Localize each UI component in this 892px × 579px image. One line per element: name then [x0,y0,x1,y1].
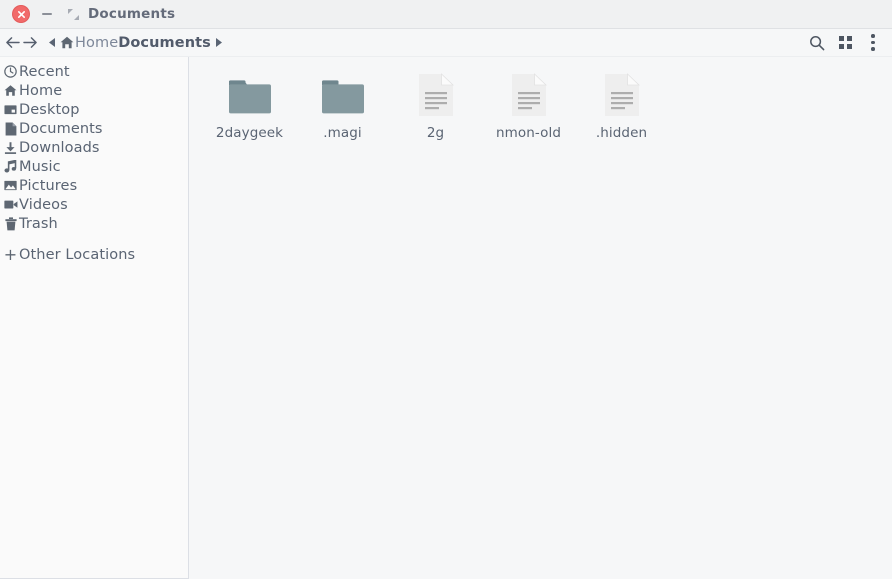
menu-button[interactable] [864,33,882,53]
toolbar: Home Documents [0,29,892,57]
breadcrumb-home[interactable]: Home [75,35,118,51]
back-arrow-icon [6,37,20,48]
sidebar-item-label: Pictures [19,177,78,194]
home-icon [3,83,18,98]
folder-icon [226,67,274,117]
file-manager-window: Documents Home Documents Recent Home Des… [0,0,892,579]
file-label: .magi [323,125,362,141]
close-button[interactable] [8,3,34,25]
sidebar-item-home[interactable]: Home [0,81,188,100]
file-label: nmon-old [495,125,562,141]
sidebar-item-label: Other Locations [19,246,136,263]
file-label: .hidden [595,125,648,141]
plus-icon: + [3,244,18,264]
sidebar-item-label: Recent [19,63,70,80]
restore-icon [67,8,79,20]
sidebar-item-documents[interactable]: Documents [0,119,188,138]
window-title: Documents [88,6,176,22]
file-item[interactable]: .magi [296,63,389,141]
sidebar-item-other-locations[interactable]: + Other Locations [0,245,188,264]
sidebar-item-label: Videos [19,196,68,213]
sidebar-item-label: Desktop [19,101,80,118]
breadcrumb-current[interactable]: Documents [118,35,211,51]
minimize-icon [42,13,52,15]
document-icon [3,121,18,136]
document-icon [412,67,460,117]
sidebar-item-music[interactable]: Music [0,157,188,176]
sidebar-item-label: Trash [19,215,58,232]
breadcrumb: Home Documents [45,35,226,51]
desktop-icon [3,102,18,117]
home-icon [60,36,74,49]
file-grid-area[interactable]: 2daygeek .magi 2g nmon-old .hidden [189,57,892,579]
search-button[interactable] [808,33,826,53]
view-options-button[interactable] [836,33,854,53]
breadcrumb-prev-icon[interactable] [45,38,60,47]
file-grid: 2daygeek .magi 2g nmon-old .hidden [203,63,892,141]
trash-icon [3,216,18,231]
video-camera-icon [3,197,18,212]
navigation-buttons [4,33,39,53]
toolbar-actions [808,33,884,53]
sidebar-item-videos[interactable]: Videos [0,195,188,214]
folder-icon [319,67,367,117]
clock-icon [3,64,18,79]
sidebar-item-label: Home [19,82,63,99]
search-icon [810,35,825,50]
document-icon [598,67,646,117]
sidebar-item-label: Music [19,158,61,175]
file-item[interactable]: 2g [389,63,482,141]
minimize-button[interactable] [34,3,60,25]
document-icon [505,67,553,117]
sidebar-item-downloads[interactable]: Downloads [0,138,188,157]
music-note-icon [3,159,18,174]
sidebar-item-trash[interactable]: Trash [0,214,188,233]
file-label: 2daygeek [215,125,284,141]
download-icon [3,140,18,155]
sidebar: Recent Home Desktop Documents Downloads … [0,57,189,579]
overflow-menu-icon [871,34,875,51]
sidebar-item-label: Documents [19,120,103,137]
breadcrumb-next-icon[interactable] [211,38,226,47]
sidebar-divider-space [0,233,188,245]
sidebar-item-desktop[interactable]: Desktop [0,100,188,119]
back-button[interactable] [4,33,21,53]
file-item[interactable]: .hidden [575,63,668,141]
forward-button[interactable] [22,33,39,53]
forward-arrow-icon [23,37,37,48]
window-body: Recent Home Desktop Documents Downloads … [0,57,892,579]
sidebar-item-pictures[interactable]: Pictures [0,176,188,195]
grid-view-icon [838,36,852,49]
sidebar-item-recent[interactable]: Recent [0,62,188,81]
file-item[interactable]: nmon-old [482,63,575,141]
close-icon [13,6,29,22]
window-controls [0,3,86,25]
sidebar-item-label: Downloads [19,139,100,156]
maximize-button[interactable] [60,3,86,25]
picture-icon [3,178,18,193]
file-label: 2g [426,125,445,141]
titlebar: Documents [0,0,892,29]
file-item[interactable]: 2daygeek [203,63,296,141]
